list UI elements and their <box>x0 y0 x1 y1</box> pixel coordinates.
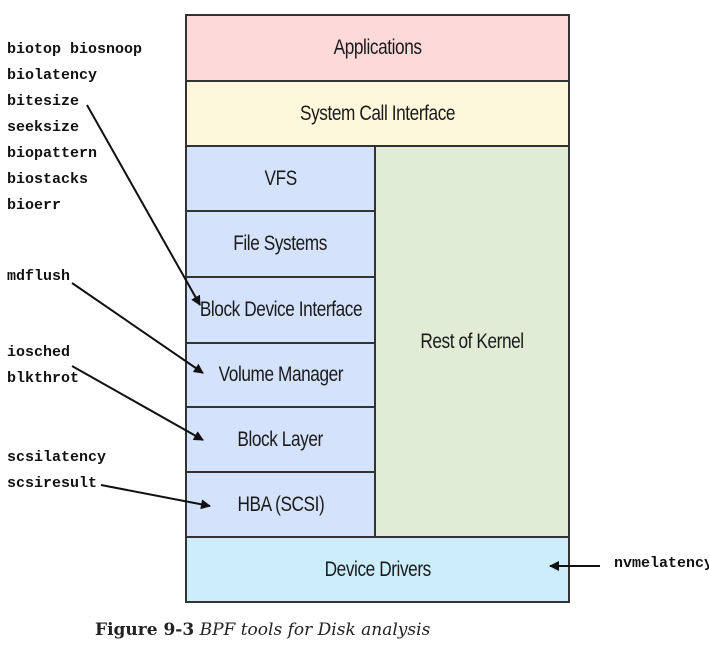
arrow-to-block-device-interface <box>86 104 201 306</box>
arrows-layer <box>71 104 600 571</box>
arrow-to-volume-manager <box>71 282 204 374</box>
figure-caption: Figure 9-3 BPF tools for Disk analysis <box>95 620 430 640</box>
figure-title: BPF tools for Disk analysis <box>199 620 431 640</box>
arrow-to-hba <box>100 484 211 510</box>
figure-label: Figure 9-3 <box>95 620 195 640</box>
arrow-to-block-layer <box>71 365 204 441</box>
